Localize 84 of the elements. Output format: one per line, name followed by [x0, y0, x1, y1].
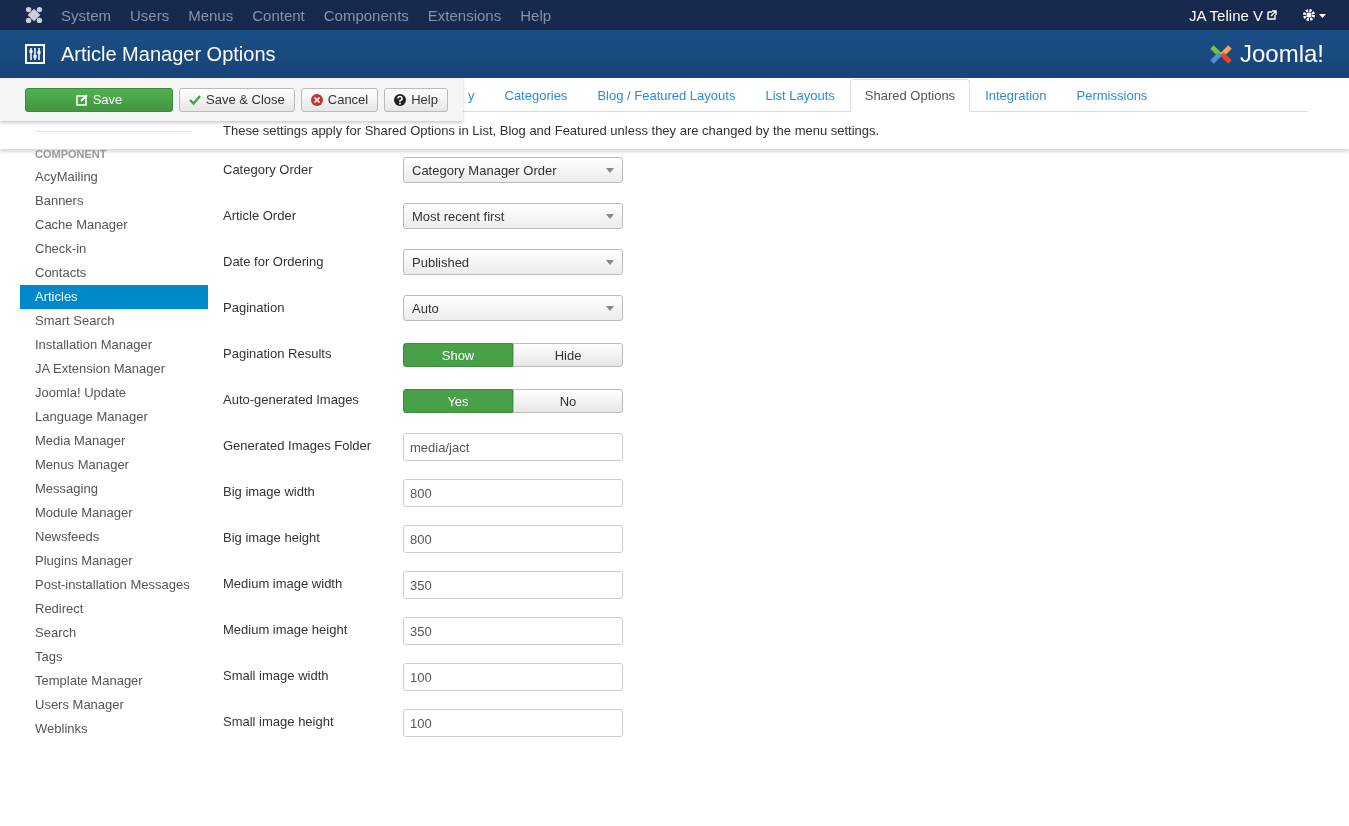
menu-item[interactable]: Extensions	[427, 6, 502, 24]
dropdown[interactable]: Auto	[403, 295, 623, 321]
sidebar-item[interactable]: Newsfeeds	[20, 525, 208, 549]
sliders-icon	[25, 44, 45, 64]
sidebar-item[interactable]: Language Manager	[20, 405, 208, 429]
help-button[interactable]: Help	[384, 87, 448, 112]
sidebar-item[interactable]: Banners	[20, 189, 208, 213]
menu-item[interactable]: Content	[252, 6, 305, 24]
sidebar-item[interactable]: Articles	[20, 285, 208, 309]
field-label: Big image width	[223, 483, 316, 499]
sidebar-item[interactable]: AcyMailing	[20, 165, 208, 189]
settings-icon[interactable]	[1301, 8, 1329, 22]
sidebar-item[interactable]: Module Manager	[20, 501, 208, 525]
caret-icon	[606, 167, 614, 173]
sidebar-item[interactable]: Search	[20, 621, 208, 645]
caret-icon	[606, 259, 614, 265]
tab[interactable]: Shared Options	[849, 79, 971, 112]
field-label: Small image width	[223, 667, 330, 683]
input-field[interactable]: 100	[403, 709, 623, 737]
joomla-logo-icon[interactable]	[25, 6, 43, 24]
input-field[interactable]: 100	[403, 663, 623, 691]
tab[interactable]: y	[465, 79, 490, 112]
tab[interactable]: Categories	[489, 79, 583, 112]
dropdown[interactable]: Most recent first	[403, 203, 623, 229]
sidebar-item[interactable]: Post-installation Messages	[20, 573, 208, 597]
sidebar-item[interactable]: Joomla! Update	[20, 381, 208, 405]
help-icon	[394, 93, 407, 106]
sidebar-heading: COMPONENT	[34, 148, 108, 162]
sidebar-item[interactable]: Contacts	[20, 261, 208, 285]
sidebar-item[interactable]: Plugins Manager	[20, 549, 208, 573]
field-label: Small image height	[223, 713, 335, 729]
sidebar-item[interactable]: Weblinks	[20, 717, 208, 741]
field-label: Medium image height	[223, 621, 349, 637]
sidebar-item[interactable]: Installation Manager	[20, 333, 208, 357]
field-label: Article Order	[223, 207, 297, 223]
field-label: Pagination	[223, 299, 286, 315]
external-link-icon	[1267, 10, 1277, 20]
input-field[interactable]: 800	[403, 479, 623, 507]
field-label: Category Order	[223, 161, 314, 177]
menu-item[interactable]: Components	[323, 6, 409, 24]
sidebar-item[interactable]: JA Extension Manager	[20, 357, 208, 381]
sidebar-item[interactable]: Smart Search	[20, 309, 208, 333]
menu-item[interactable]: Users	[130, 6, 170, 24]
field-label: Big image height	[223, 529, 321, 545]
site-link[interactable]: JA Teline V	[1189, 6, 1263, 24]
save-close-button[interactable]: Save & Close	[179, 87, 295, 112]
input-field[interactable]: 350	[403, 571, 623, 599]
description-text: These settings apply for Shared Options in List, Blog and Featured unless they are changed by the menu settings.	[223, 123, 880, 138]
sidebar-item[interactable]: Menus Manager	[20, 453, 208, 477]
field-label: Generated Images Folder	[223, 437, 373, 453]
sidebar-item[interactable]: Tags	[20, 645, 208, 669]
input-field[interactable]: media/jact	[403, 433, 623, 461]
check-icon	[189, 93, 201, 106]
menu-item[interactable]: Menus	[188, 6, 234, 24]
dropdown[interactable]: Published	[403, 249, 623, 275]
sidebar-item[interactable]: Users Manager	[20, 693, 208, 717]
menu-item[interactable]: System	[61, 6, 111, 24]
page-title: Article Manager Options	[61, 42, 276, 66]
sidebar-item[interactable]: Check-in	[20, 237, 208, 261]
edit-icon	[75, 93, 88, 106]
input-field[interactable]: 800	[403, 525, 623, 553]
dropdown[interactable]: Category Manager Order	[403, 157, 623, 183]
sidebar-item[interactable]: Messaging	[20, 477, 208, 501]
field-label: Pagination Results	[223, 345, 333, 361]
input-field[interactable]: 350	[403, 617, 623, 645]
menu-item[interactable]: Help	[520, 6, 552, 24]
cancel-button[interactable]: Cancel	[300, 87, 379, 112]
cancel-icon	[310, 93, 323, 106]
tab[interactable]: Permissions	[1061, 79, 1163, 112]
sidebar-item[interactable]: Cache Manager	[20, 213, 208, 237]
tab[interactable]: Integration	[970, 79, 1062, 112]
tab[interactable]: Blog / Featured Layouts	[582, 79, 751, 112]
toggle-option[interactable]: No	[513, 389, 623, 413]
tab[interactable]: List Layouts	[750, 79, 850, 112]
field-label: Date for Ordering	[223, 253, 325, 269]
joomla-logo-text: Joomla!	[1239, 40, 1324, 68]
sidebar-item[interactable]: Media Manager	[20, 429, 208, 453]
caret-icon	[606, 305, 614, 311]
toggle-option[interactable]: Hide	[513, 343, 623, 367]
caret-icon	[606, 213, 614, 219]
sidebar-item[interactable]: Template Manager	[20, 669, 208, 693]
field-label: Auto-generated Images	[223, 391, 360, 407]
sidebar-item[interactable]: Redirect	[20, 597, 208, 621]
field-label: Medium image width	[223, 575, 344, 591]
